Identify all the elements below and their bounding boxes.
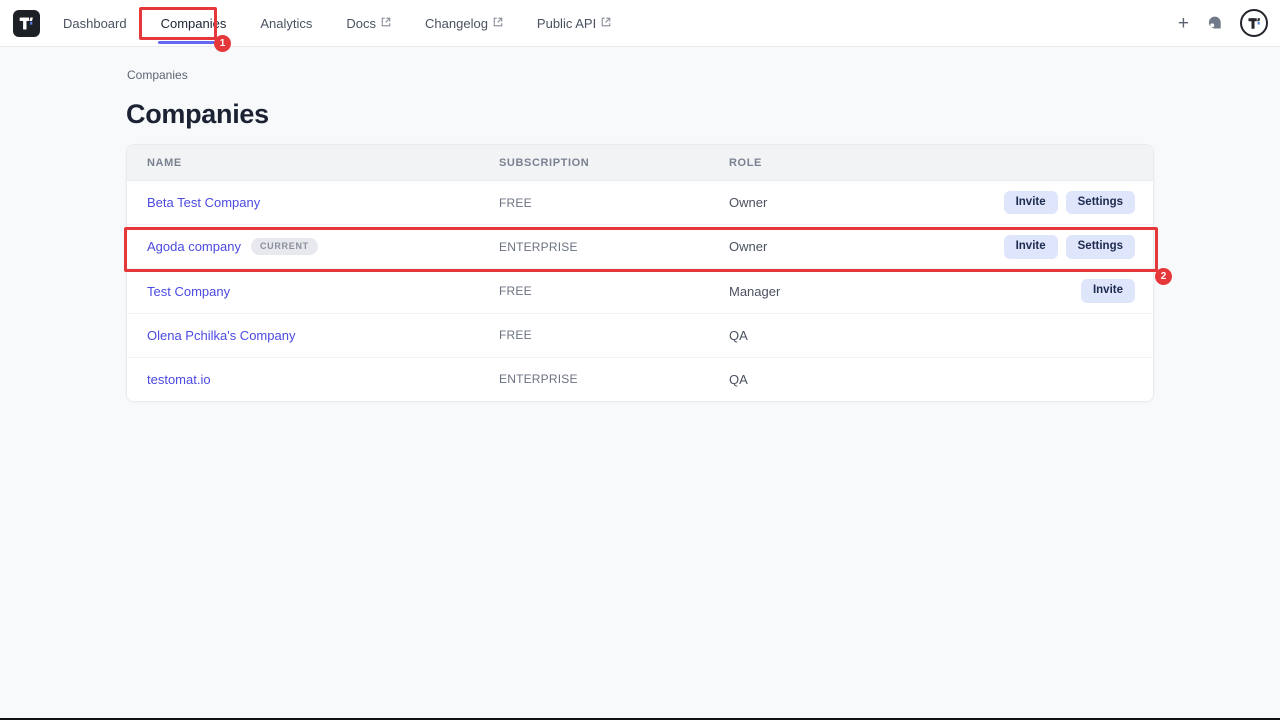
role-cell: Manager [729,284,1081,299]
breadcrumb[interactable]: Companies [127,68,188,82]
row-actions: Invite Settings [1004,191,1153,215]
external-link-icon [601,17,611,27]
role-cell: QA [729,372,1135,387]
nav-item-docs[interactable]: Docs [346,10,391,37]
company-link[interactable]: testomat.io [147,372,211,387]
plus-icon[interactable]: + [1178,14,1189,33]
nav-right-actions: + [1178,9,1270,37]
invite-button[interactable]: Invite [1081,279,1135,303]
nav-item-public-api[interactable]: Public API [537,10,611,37]
invite-button[interactable]: Invite [1004,235,1058,259]
column-header-subscription: SUBSCRIPTION [499,157,729,169]
role-cell: Owner [729,195,1004,210]
table-row: Agoda company CURRENT ENTERPRISEOwnerInvit… [127,224,1153,268]
row-actions: Invite Settings [1004,235,1153,259]
table-row: testomat.io ENTERPRISEQA [127,357,1153,401]
role-cell: QA [729,328,1135,343]
table-body: Beta Test CompanyFREEOwnerInviteSettings… [127,181,1153,401]
row-actions: Invite [1081,279,1153,303]
nav-item-changelog[interactable]: Changelog [425,10,503,37]
settings-button[interactable]: Settings [1066,235,1135,259]
user-avatar[interactable] [1240,9,1268,37]
nav-label: Analytics [260,16,312,31]
invite-button[interactable]: Invite [1004,191,1058,215]
top-navigation-bar: Dashboard Companies Analytics Docs Chang… [0,0,1280,47]
subscription-cell: FREE [499,328,729,342]
subscription-cell: ENTERPRISE [499,372,729,386]
company-link[interactable]: Beta Test Company [147,195,260,210]
annotation-badge-2: 2 [1155,268,1172,285]
nav-label: Companies [161,16,227,31]
avatar-logo-glyph [1247,16,1262,31]
column-header-name: NAME [147,157,499,169]
page-title: Companies [126,99,269,130]
testomat-logo-glyph [18,15,35,32]
subscription-cell: FREE [499,196,729,210]
table-header-row: NAME SUBSCRIPTION ROLE [127,145,1153,181]
external-link-icon [493,17,503,27]
company-link[interactable]: Olena Pchilka's Company [147,328,295,343]
subscription-cell: FREE [499,284,729,298]
nav-item-companies[interactable]: Companies [161,10,227,37]
nav-label: Changelog [425,16,488,31]
nav-label: Public API [537,16,596,31]
column-header-role: ROLE [729,157,1153,169]
table-row: Beta Test Company FREEOwnerInvite Settings [127,181,1153,224]
nav-item-dashboard[interactable]: Dashboard [63,10,127,37]
support-icon[interactable] [1205,14,1224,33]
external-link-icon [381,17,391,27]
companies-table: NAME SUBSCRIPTION ROLE Beta Test Company… [126,144,1154,402]
company-link[interactable]: Agoda company [147,239,241,254]
current-company-badge: CURRENT [251,238,318,255]
table-row: Test Company FREEManagerInvite [127,268,1153,312]
nav-label: Docs [346,16,376,31]
nav-items: Dashboard Companies Analytics Docs Chang… [63,10,611,37]
table-row: Olena Pchilka's Company FREEQA [127,313,1153,357]
nav-label: Dashboard [63,16,127,31]
settings-button[interactable]: Settings [1066,191,1135,215]
nav-item-analytics[interactable]: Analytics [260,10,312,37]
role-cell: Owner [729,239,1004,254]
testomat-logo[interactable] [13,10,40,37]
subscription-cell: ENTERPRISE [499,240,729,254]
company-link[interactable]: Test Company [147,284,230,299]
active-tab-underline [158,41,230,44]
